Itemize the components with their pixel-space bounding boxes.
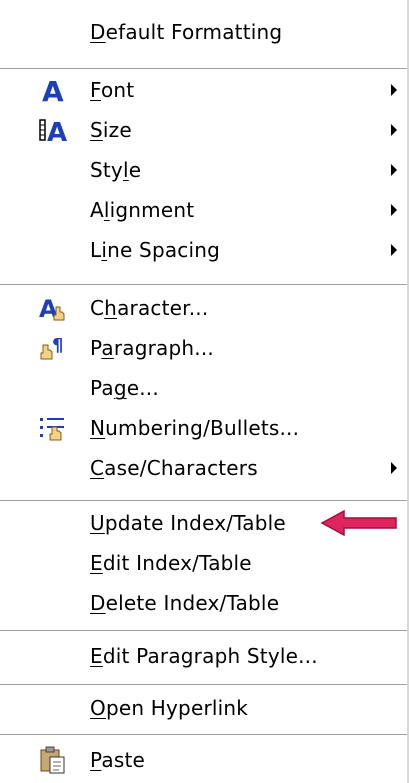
submenu-arrow-icon: [391, 164, 397, 176]
menu-item-line-spacing[interactable]: Line Spacing: [0, 230, 405, 270]
submenu-arrow-icon: [391, 244, 397, 256]
menu-separator: [0, 500, 407, 502]
menu-item-font[interactable]: A Font: [0, 70, 405, 110]
menu-separator: [0, 630, 407, 632]
context-menu: Default Formatting A Font A Size Style A…: [0, 0, 409, 783]
paste-icon: [40, 746, 65, 774]
font-icon: A: [42, 75, 64, 105]
menu-item-label: Numbering/Bullets...: [90, 416, 300, 440]
menu-item-default-formatting[interactable]: Default Formatting: [0, 12, 405, 52]
submenu-arrow-icon: [391, 462, 397, 474]
menu-item-label: Font: [90, 78, 135, 102]
menu-item-numbering-bullets[interactable]: Numbering/Bullets...: [0, 408, 405, 448]
submenu-arrow-icon: [391, 204, 397, 216]
svg-text:A: A: [47, 118, 67, 145]
menu-item-alignment[interactable]: Alignment: [0, 190, 405, 230]
submenu-arrow-icon: [391, 124, 397, 136]
menu-item-delete-index-table[interactable]: Delete Index/Table: [0, 583, 405, 623]
menu-item-label: Page...: [90, 376, 159, 400]
menu-item-label: Paragraph...: [90, 336, 214, 360]
menu-item-label: Update Index/Table: [90, 511, 286, 535]
numbering-bullets-icon: [40, 418, 64, 441]
menu-item-paragraph[interactable]: ¶ Paragraph...: [0, 328, 405, 368]
menu-item-case-characters[interactable]: Case/Characters: [0, 448, 405, 488]
menu-separator: [0, 284, 407, 286]
menu-item-label: Line Spacing: [90, 238, 221, 262]
paragraph-icon: ¶: [40, 335, 63, 360]
menu-item-label: Default Formatting: [90, 20, 283, 44]
menu-item-edit-index-table[interactable]: Edit Index/Table: [0, 543, 405, 583]
svg-text:A: A: [42, 75, 64, 105]
menu-item-size[interactable]: A Size: [0, 110, 405, 150]
menu-item-label: Open Hyperlink: [90, 696, 249, 720]
menu-item-label: Alignment: [90, 198, 195, 222]
menu-item-open-hyperlink[interactable]: Open Hyperlink: [0, 688, 405, 728]
menu-separator: [0, 684, 407, 686]
menu-separator: [0, 734, 407, 736]
menu-item-label: Delete Index/Table: [90, 591, 280, 615]
menu-item-paste[interactable]: Paste: [0, 740, 405, 780]
submenu-arrow-icon: [391, 84, 397, 96]
svg-text:¶: ¶: [52, 335, 63, 356]
character-icon: A: [39, 295, 65, 323]
annotation-arrow-icon: [320, 509, 397, 537]
menu-item-label: Style: [90, 158, 142, 182]
menu-item-label: Edit Index/Table: [90, 551, 252, 575]
menu-item-label: Edit Paragraph Style...: [90, 644, 318, 668]
menu-item-label: Paste: [90, 748, 145, 772]
menu-item-label: Character...: [90, 296, 209, 320]
menu-item-label: Case/Characters: [90, 456, 258, 480]
menu-item-page[interactable]: Page...: [0, 368, 405, 408]
menu-item-style[interactable]: Style: [0, 150, 405, 190]
menu-item-edit-paragraph-style[interactable]: Edit Paragraph Style...: [0, 636, 405, 676]
size-icon: A: [39, 118, 67, 145]
menu-item-character[interactable]: A Character...: [0, 288, 405, 328]
menu-item-label: Size: [90, 118, 132, 142]
